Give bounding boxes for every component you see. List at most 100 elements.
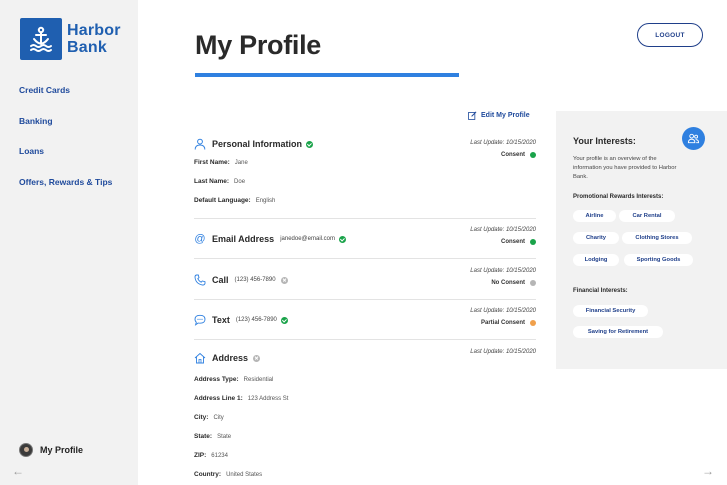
text-meta: Last Update: 10/15/2020 Partial Consent [470, 308, 536, 326]
edit-profile-link[interactable]: Edit My Profile [468, 111, 530, 120]
field-default-language: Default Language: English [194, 196, 536, 215]
arrow-right-icon[interactable]: → [702, 464, 714, 478]
last-update: Last Update: 10/15/2020 [470, 140, 536, 146]
status-dot-green [530, 239, 536, 245]
sidebar-item-credit-cards[interactable]: Credit Cards [19, 84, 112, 115]
edit-icon [468, 111, 477, 120]
field-label: First Name: [194, 159, 230, 166]
address-fields: Address Type: Residential Address Line 1:… [194, 375, 536, 485]
personal-title: Personal Information [212, 139, 303, 149]
interest-tag-clothing-stores[interactable]: Clothing Stores [622, 232, 692, 244]
field-value: United States [226, 472, 263, 478]
divider [194, 299, 536, 300]
last-update: Last Update: 10/15/2020 [470, 349, 536, 355]
field-address-type: Address Type: Residential [194, 375, 536, 394]
field-value: Residential [243, 377, 274, 383]
interest-tag-car-rental[interactable]: Car Rental [619, 210, 675, 222]
interests-description: Your profile is an overview of the infor… [573, 156, 677, 180]
field-first-name: First Name: Jane [194, 158, 536, 177]
phone-icon [194, 274, 206, 286]
users-icon [687, 133, 700, 144]
sidebar: Harbor Bank Credit Cards Banking Loans O… [0, 0, 138, 485]
interest-tag-charity[interactable]: Charity [573, 232, 619, 244]
text-value: (123) 456-7890 [235, 317, 277, 323]
avatar [19, 443, 33, 457]
field-label: Address Type: [194, 376, 239, 383]
divider [194, 258, 536, 259]
field-value: City [213, 415, 224, 421]
email-value: janedoe@email.com [280, 236, 335, 242]
field-value: Jane [234, 160, 248, 166]
sidebar-item-offers[interactable]: Offers, Rewards & Tips [19, 176, 112, 207]
promo-interests-label: Promotional Rewards Interests: [573, 194, 664, 200]
field-label: City: [194, 414, 209, 421]
last-update: Last Update: 10/15/2020 [470, 268, 536, 274]
field-label: Address Line 1: [194, 395, 243, 402]
interest-tag-financial-security[interactable]: Financial Security [573, 305, 648, 317]
call-meta: Last Update: 10/15/2020 No Consent [470, 268, 536, 286]
logout-button[interactable]: LOGOUT [637, 23, 703, 47]
brand-logo[interactable]: Harbor Bank [20, 17, 130, 61]
section-personal-information: Personal Information Last Update: 10/15/… [194, 137, 536, 212]
interest-tag-sporting-goods[interactable]: Sporting Goods [624, 254, 693, 266]
email-meta: Last Update: 10/15/2020 Consent [470, 227, 536, 245]
consent-label: No Consent [491, 280, 525, 286]
call-value: (123) 456-7890 [234, 277, 276, 283]
verified-check-icon [280, 316, 288, 324]
interest-tag-saving-for-retirement[interactable]: Saving for Retirement [573, 326, 663, 338]
verified-check-icon [306, 140, 314, 148]
sidebar-item-my-profile[interactable]: My Profile [19, 443, 83, 457]
field-label: Default Language: [194, 197, 251, 204]
field-last-name: Last Name: Doe [194, 177, 536, 196]
field-label: Last Name: [194, 178, 230, 185]
field-label: State: [194, 433, 213, 440]
interests-panel: Your Interests: Your profile is an overv… [556, 111, 727, 369]
last-update: Last Update: 10/15/2020 [470, 227, 536, 233]
field-state: State: State [194, 432, 536, 451]
interest-tag-airline[interactable]: Airline [573, 210, 616, 222]
section-text: Text (123) 456-7890 Last Update: 10/15/2… [194, 308, 536, 336]
personal-fields: First Name: Jane Last Name: Doe Default La… [194, 158, 536, 215]
field-label: Country: [194, 471, 222, 478]
field-value: English [255, 198, 276, 204]
section-call: Call (123) 456-7890 Last Update: 10/15/2… [194, 268, 536, 296]
section-address: Address Last Update: 10/15/2020 Address … [194, 349, 536, 481]
field-city: City: City [194, 413, 536, 432]
group-users-icon[interactable] [682, 127, 705, 150]
page-title: My Profile [195, 30, 322, 60]
sidebar-item-banking[interactable]: Banking [19, 115, 112, 146]
brand-name-line2: Bank [67, 39, 107, 56]
field-value: State [217, 434, 232, 440]
interests-title: Your Interests: [573, 136, 636, 146]
verified-check-icon [339, 235, 346, 243]
consent-status: No Consent [470, 280, 536, 286]
divider [194, 218, 536, 219]
field-value: 61234 [211, 453, 228, 459]
last-update: Last Update: 10/15/2020 [470, 308, 536, 314]
address-meta: Last Update: 10/15/2020 [470, 349, 536, 355]
arrow-left-icon[interactable]: ← [12, 464, 24, 478]
field-label: ZIP: [194, 452, 207, 459]
field-value: 123 Address St [247, 396, 289, 402]
brand-name: Harbor Bank [67, 22, 121, 56]
consent-status: Consent [470, 239, 536, 245]
field-zip: ZIP: 61234 [194, 451, 536, 470]
sidebar-profile-label: My Profile [40, 445, 84, 455]
sidebar-item-loans[interactable]: Loans [19, 145, 112, 176]
consent-status: Partial Consent [470, 320, 536, 326]
unverified-x-icon [280, 276, 288, 284]
personal-meta: Last Update: 10/15/2020 Consent [470, 140, 536, 158]
anchor-icon [20, 18, 62, 60]
sidebar-nav: Credit Cards Banking Loans Offers, Rewar… [19, 84, 112, 206]
address-title: Address [212, 353, 249, 363]
title-underline [195, 73, 459, 77]
brand-name-line1: Harbor [67, 22, 121, 39]
field-country: Country: United States [194, 470, 536, 485]
section-email: @ Email Address janedoe@email.com Last U… [194, 227, 536, 255]
status-dot-gray [530, 280, 536, 286]
call-title: Call [212, 275, 229, 285]
text-title: Text [212, 315, 230, 325]
email-title: Email Address [212, 234, 275, 244]
field-value: Doe [234, 179, 246, 185]
interest-tag-lodging[interactable]: Lodging [573, 254, 619, 266]
